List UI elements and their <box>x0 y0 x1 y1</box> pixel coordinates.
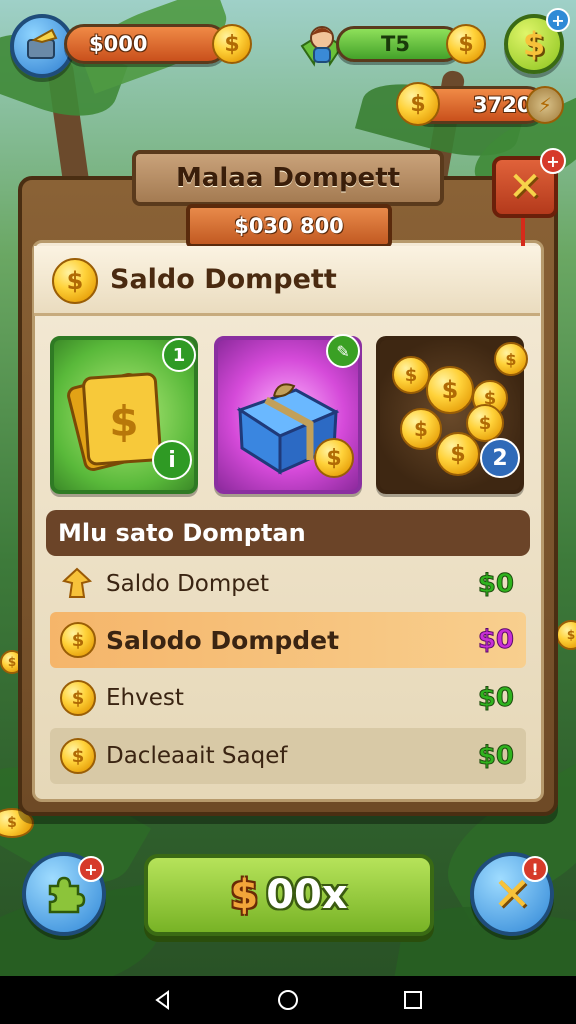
energy-coin-icon: $ <box>446 24 486 64</box>
pile-coin-icon: $ <box>392 356 430 394</box>
coin-icon: $ <box>60 738 96 774</box>
lightning-coin-icon: ⚡ <box>526 86 564 124</box>
recents-icon <box>404 991 423 1009</box>
pile-coin-icon: $ <box>426 366 474 414</box>
svg-text:$: $ <box>109 397 138 446</box>
pile-coin-icon: $ <box>494 342 528 376</box>
home-icon <box>277 990 298 1010</box>
wallet-coin-icon: $ <box>212 24 252 64</box>
coin-icon: $ <box>60 680 96 716</box>
list-item-highlighted[interactable]: $ Salodo Dompdet $0 <box>50 612 526 668</box>
wallet-balance-value: $000 <box>89 32 148 56</box>
wallet-balance-pill: $000 <box>64 24 228 64</box>
back-button[interactable] <box>143 980 183 1020</box>
panel-title: Malaa Dompett <box>132 150 444 206</box>
ground-coin-icon: $ <box>556 620 576 650</box>
coin-icon: $ <box>60 622 96 658</box>
puzzle-icon <box>48 876 86 914</box>
coin-pile-count-badge: 2 <box>480 438 520 478</box>
pile-coin-icon: $ <box>400 408 442 450</box>
gem-icon <box>61 567 93 598</box>
balance-coin-icon: $ <box>52 258 98 304</box>
list-item-label: Ehvest <box>106 685 184 711</box>
list-item[interactable]: $ Ehvest $0 <box>50 670 526 726</box>
plus-badge-icon: + <box>78 856 104 882</box>
list-item-label: Dacleaait Saqef <box>106 743 288 769</box>
system-navigation-bar <box>0 976 576 1024</box>
recents-button[interactable] <box>393 980 433 1020</box>
energy-pill: T5 <box>336 26 462 62</box>
panel-subtitle: $030 800 <box>186 204 392 248</box>
close-icon: ✕ <box>508 164 542 210</box>
card-info-badge: i <box>152 440 192 480</box>
balance-label: Saldo Dompett <box>110 264 337 295</box>
edit-badge-icon: ✎ <box>326 334 360 368</box>
list-item[interactable]: $ Dacleaait Saqef $0 <box>50 728 526 784</box>
card-count-badge: 1 <box>162 338 196 372</box>
back-icon <box>154 990 169 1010</box>
balance-row: $ Saldo Dompett <box>34 246 540 316</box>
dollar-icon: $ <box>522 25 546 63</box>
list-item-value: $0 <box>477 625 514 656</box>
list-item-value: $0 <box>477 569 514 600</box>
alert-badge-icon: ! <box>522 856 548 882</box>
coin-count-value: 3720 <box>473 93 532 117</box>
section-header: Mlu sato Domptan <box>46 510 530 556</box>
plus-badge-icon: + <box>540 148 566 174</box>
collect-button[interactable]: $ 00x <box>144 854 434 936</box>
gift-coin-icon: $ <box>314 438 354 478</box>
section-title: Mlu sato Domptan <box>58 519 306 547</box>
list-item-value: $0 <box>477 683 514 714</box>
pile-coin-icon: $ <box>466 404 504 442</box>
home-button[interactable] <box>268 980 308 1020</box>
list-item[interactable]: Saldo Dompet $0 <box>50 556 526 612</box>
energy-value: T5 <box>381 32 410 56</box>
list-item-label: Salodo Dompdet <box>106 625 340 655</box>
list-item-value: $0 <box>477 741 514 772</box>
wallet-icon <box>27 28 58 59</box>
plus-badge-icon: + <box>546 8 570 32</box>
list-item-label: Saldo Dompet <box>106 571 270 597</box>
coin-count-icon: $ <box>396 82 440 126</box>
collect-button-label: 00x <box>266 872 348 918</box>
dollar-icon: $ <box>230 872 259 918</box>
